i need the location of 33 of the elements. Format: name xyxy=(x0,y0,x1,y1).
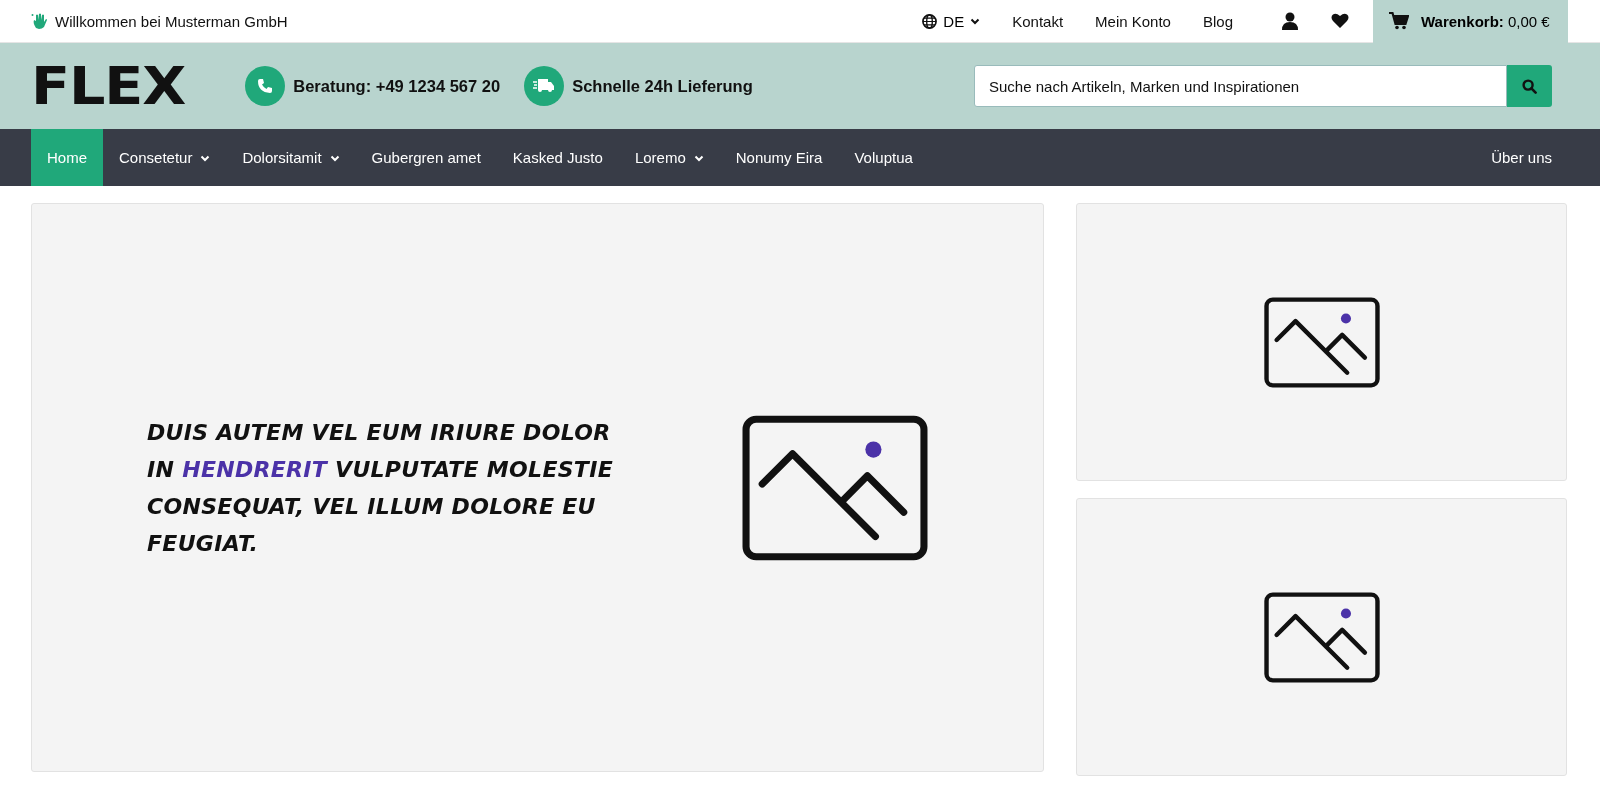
search-button[interactable] xyxy=(1507,65,1552,107)
image-icon xyxy=(1263,296,1380,388)
search-icon xyxy=(1522,78,1537,94)
feature-text: Schnelle 24h Lieferung xyxy=(572,76,753,96)
nav-item[interactable]: Voluptua xyxy=(838,129,929,186)
user-icon[interactable] xyxy=(1281,12,1299,30)
heart-icon[interactable] xyxy=(1331,12,1349,30)
image-icon xyxy=(742,414,928,561)
globe-icon xyxy=(922,13,938,29)
nav-item[interactable]: Dolorsitamit xyxy=(226,129,356,186)
truck-icon xyxy=(524,66,565,106)
phone-icon xyxy=(245,66,286,106)
image-icon xyxy=(1263,591,1380,683)
search-field[interactable]: Suche nach Artikeln, Marken und Inspirationen xyxy=(974,65,1507,107)
hero-headline: DUIS AUTEM VEL EUM IRIURE DOLOR IN HENDRERIT VULPUTATE MOLESTIE CONSEQUAT, VEL ILLUM DOLORE EU FEUGIAT. xyxy=(147,418,614,558)
nav-item[interactable]: Gubergren amet xyxy=(355,129,497,186)
cart-icon xyxy=(1389,12,1409,30)
nav-item[interactable]: Loremo xyxy=(618,129,720,186)
logo[interactable]: FLEX xyxy=(31,60,186,112)
welcome-text: Willkommen bei Musterman GmbH xyxy=(55,12,288,30)
hero-banner[interactable]: DUIS AUTEM VEL EUM IRIURE DOLOR IN HENDRERIT VULPUTATE MOLESTIE CONSEQUAT, VEL ILLUM DOLORE EU FEUGIAT. xyxy=(31,203,1044,772)
language-selector[interactable]: DE xyxy=(922,12,981,30)
top-link[interactable]: Blog xyxy=(1202,12,1233,30)
nav-item[interactable]: Über uns xyxy=(1475,129,1552,186)
top-link[interactable]: Mein Konto xyxy=(1095,12,1171,30)
chevron-icon xyxy=(970,16,981,26)
nav-item[interactable]: Consetetur xyxy=(103,129,227,186)
nav-item[interactable]: Nonumy Eira xyxy=(719,129,839,186)
hand-icon xyxy=(31,12,49,30)
feature-text: Beratung: +49 1234 567 20 xyxy=(293,76,501,96)
cart-button[interactable]: Warenkorb: 0,00 € xyxy=(1373,0,1568,43)
nav-item[interactable]: Kasked Justo xyxy=(496,129,619,186)
top-link[interactable]: Kontakt xyxy=(1012,12,1064,30)
